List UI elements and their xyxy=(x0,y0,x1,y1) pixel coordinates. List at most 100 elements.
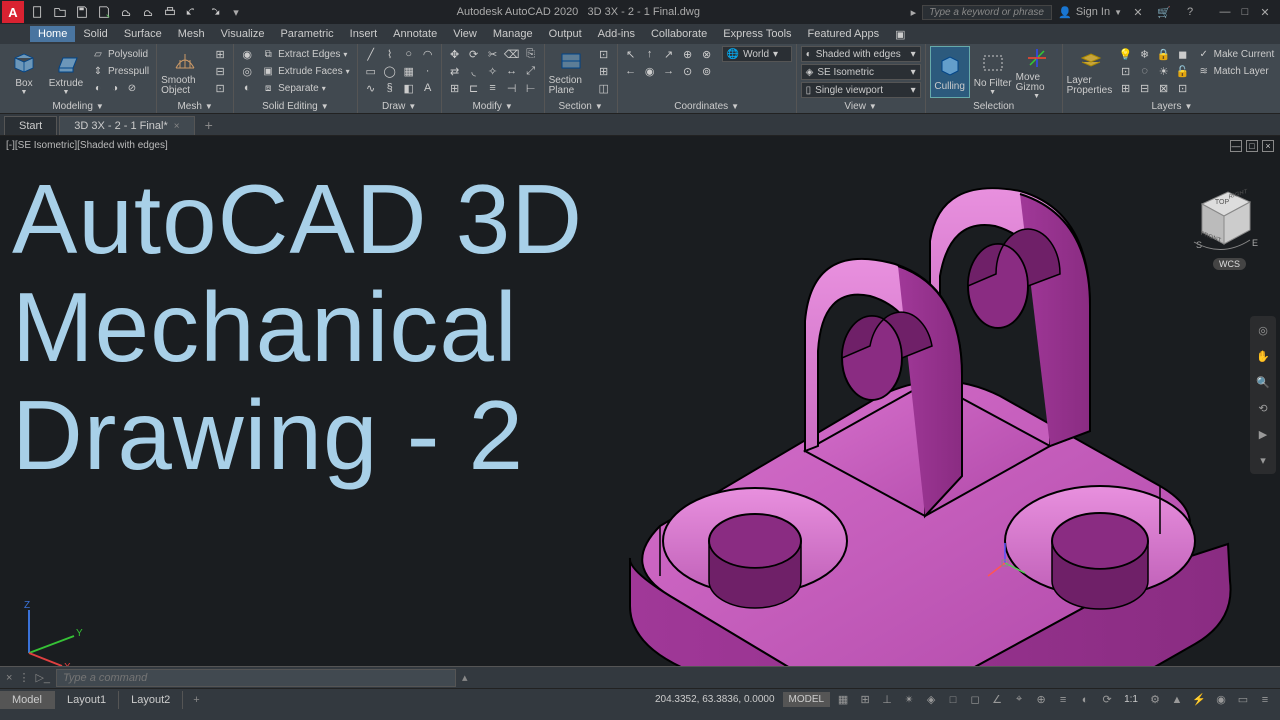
layer-iso-icon[interactable]: ⊡ xyxy=(1117,63,1135,79)
coord-8[interactable]: → xyxy=(660,63,678,79)
cycling-status-icon[interactable]: ⟳ xyxy=(1098,691,1116,709)
section-more-2[interactable]: ⊞ xyxy=(595,63,613,79)
rotate-icon[interactable]: ⟳ xyxy=(465,46,483,62)
extrude-faces-button[interactable]: ▣Extrude Faces▾ xyxy=(258,63,353,79)
polysolid-button[interactable]: ▱Polysolid xyxy=(88,46,152,62)
world-dropdown[interactable]: 🌐 World ▾ xyxy=(722,46,792,62)
clean-screen-icon[interactable]: ▭ xyxy=(1234,691,1252,709)
isodraft-status-icon[interactable]: ◈ xyxy=(922,691,940,709)
viewport-label[interactable]: [-][SE Isometric][Shaded with edges] xyxy=(6,140,168,151)
text-icon[interactable]: A xyxy=(419,80,437,96)
layer-misc-4[interactable]: ⊡ xyxy=(1174,80,1192,96)
helix-icon[interactable]: § xyxy=(381,80,399,96)
drawing-tab[interactable]: 3D 3X - 2 - 1 Final*× xyxy=(59,116,194,135)
match-layer-button[interactable]: ≋Match Layer xyxy=(1194,63,1278,79)
tab-launcher-icon[interactable]: ▣ xyxy=(887,26,913,43)
polyline-icon[interactable]: ⌇ xyxy=(381,46,399,62)
hardware-accel-icon[interactable]: ⚡ xyxy=(1190,691,1208,709)
coord-3[interactable]: ↗ xyxy=(660,46,678,62)
layer-props-button[interactable]: Layer Properties xyxy=(1067,46,1115,98)
layout-tab-1[interactable]: Layout1 xyxy=(55,691,119,709)
viewport-dropdown[interactable]: ▯ Single viewport ▾ xyxy=(801,82,921,98)
mesh-more-2[interactable]: ⊟ xyxy=(211,63,229,79)
mesh-more-1[interactable]: ⊞ xyxy=(211,46,229,62)
layer-unlock-icon[interactable]: 🔓 xyxy=(1174,63,1192,79)
tab-view[interactable]: View xyxy=(445,26,485,42)
lineweight-status-icon[interactable]: ≡ xyxy=(1054,691,1072,709)
move-gizmo-button[interactable]: Move Gizmo▼ xyxy=(1016,46,1058,98)
print-icon[interactable] xyxy=(160,2,180,22)
nofilter-button[interactable]: No Filter▼ xyxy=(972,46,1014,98)
steering-wheel-icon[interactable]: ◎ xyxy=(1253,320,1273,340)
anno-scale[interactable]: 1:1 xyxy=(1120,694,1142,705)
redo-icon[interactable] xyxy=(204,2,224,22)
tab-express[interactable]: Express Tools xyxy=(715,26,799,42)
cloud-open-icon[interactable] xyxy=(116,2,136,22)
qat-dropdown-icon[interactable]: ▾ xyxy=(226,2,246,22)
workspace-icon[interactable]: ⚙ xyxy=(1146,691,1164,709)
cmdline-handle-icon[interactable]: ⋮ xyxy=(18,671,29,684)
align-icon[interactable]: ≡ xyxy=(484,80,502,96)
coord-6[interactable]: ← xyxy=(622,63,640,79)
make-current-button[interactable]: ✓Make Current xyxy=(1194,46,1278,62)
layer-freeze-icon[interactable]: ❄ xyxy=(1136,46,1154,62)
saveas-icon[interactable] xyxy=(94,2,114,22)
isolate-icon[interactable]: ◉ xyxy=(1212,691,1230,709)
ellipse-icon[interactable]: ◯ xyxy=(381,63,399,79)
anno-monitor-icon[interactable]: ▲ xyxy=(1168,691,1186,709)
rect-icon[interactable]: ▭ xyxy=(362,63,380,79)
subtract-icon[interactable]: ◎ xyxy=(238,63,256,79)
presspull-button[interactable]: ⇕Presspull xyxy=(88,63,152,79)
join-icon[interactable]: ⊢ xyxy=(522,80,540,96)
point-icon[interactable]: · xyxy=(419,63,437,79)
drawing-viewport[interactable]: [-][SE Isometric][Shaded with edges] — □… xyxy=(0,136,1280,688)
smooth-object-button[interactable]: Smooth Object xyxy=(161,46,209,98)
customize-status-icon[interactable]: ≡ xyxy=(1256,691,1274,709)
layer-thaw-icon[interactable]: ☀ xyxy=(1155,63,1173,79)
stretch-icon[interactable]: ↔ xyxy=(503,63,521,79)
modeling-more[interactable]: ◐◑⊘ xyxy=(88,80,152,96)
exchange-icon[interactable]: ✕ xyxy=(1128,2,1148,22)
grid-status-icon[interactable]: ▦ xyxy=(834,691,852,709)
copy-icon[interactable]: ⎘ xyxy=(522,46,540,62)
nav-expand-icon[interactable]: ▾ xyxy=(1253,450,1273,470)
showmotion-icon[interactable]: ▶ xyxy=(1253,424,1273,444)
wcs-label[interactable]: WCS xyxy=(1213,258,1246,270)
close-button[interactable]: ✕ xyxy=(1256,4,1274,20)
spline-icon[interactable]: ∿ xyxy=(362,80,380,96)
tab-home[interactable]: Home xyxy=(30,26,75,42)
mesh-more-3[interactable]: ⊡ xyxy=(211,80,229,96)
tab-featured[interactable]: Featured Apps xyxy=(800,26,888,42)
separate-button[interactable]: ⧈Separate▾ xyxy=(258,80,353,96)
explode-icon[interactable]: ✧ xyxy=(484,63,502,79)
help-search-input[interactable]: Type a keyword or phrase xyxy=(922,5,1052,20)
tab-mesh[interactable]: Mesh xyxy=(170,26,213,42)
new-icon[interactable] xyxy=(28,2,48,22)
signin-button[interactable]: 👤 Sign In ▼ xyxy=(1058,6,1122,19)
layout-add-button[interactable]: + xyxy=(183,691,209,709)
layout-tab-model[interactable]: Model xyxy=(0,691,55,709)
orbit-icon[interactable]: ⟲ xyxy=(1253,398,1273,418)
tab-collaborate[interactable]: Collaborate xyxy=(643,26,715,42)
new-tab-button[interactable]: + xyxy=(197,115,221,135)
polar-status-icon[interactable]: ✴ xyxy=(900,691,918,709)
coord-9[interactable]: ⊙ xyxy=(679,63,697,79)
tab-annotate[interactable]: Annotate xyxy=(385,26,445,42)
tab-output[interactable]: Output xyxy=(541,26,590,42)
visual-style-dropdown[interactable]: ◐ Shaded with edges ▾ xyxy=(801,46,921,62)
layout-tab-2[interactable]: Layout2 xyxy=(119,691,183,709)
view-preset-dropdown[interactable]: ◈ SE Isometric ▾ xyxy=(801,64,921,80)
region-icon[interactable]: ◧ xyxy=(400,80,418,96)
otrack-status-icon[interactable]: ∠ xyxy=(988,691,1006,709)
offset-icon[interactable]: ⊏ xyxy=(465,80,483,96)
dyninput-status-icon[interactable]: ⊕ xyxy=(1032,691,1050,709)
layer-color-icon[interactable]: ◼ xyxy=(1174,46,1192,62)
arc-icon[interactable]: ◠ xyxy=(419,46,437,62)
section-more-3[interactable]: ◫ xyxy=(595,80,613,96)
tab-solid[interactable]: Solid xyxy=(75,26,115,42)
zoom-icon[interactable]: 🔍 xyxy=(1253,372,1273,392)
help-icon[interactable]: ? xyxy=(1180,2,1200,22)
vp-close-icon[interactable]: × xyxy=(1262,140,1274,152)
save-icon[interactable] xyxy=(72,2,92,22)
tab-surface[interactable]: Surface xyxy=(116,26,170,42)
